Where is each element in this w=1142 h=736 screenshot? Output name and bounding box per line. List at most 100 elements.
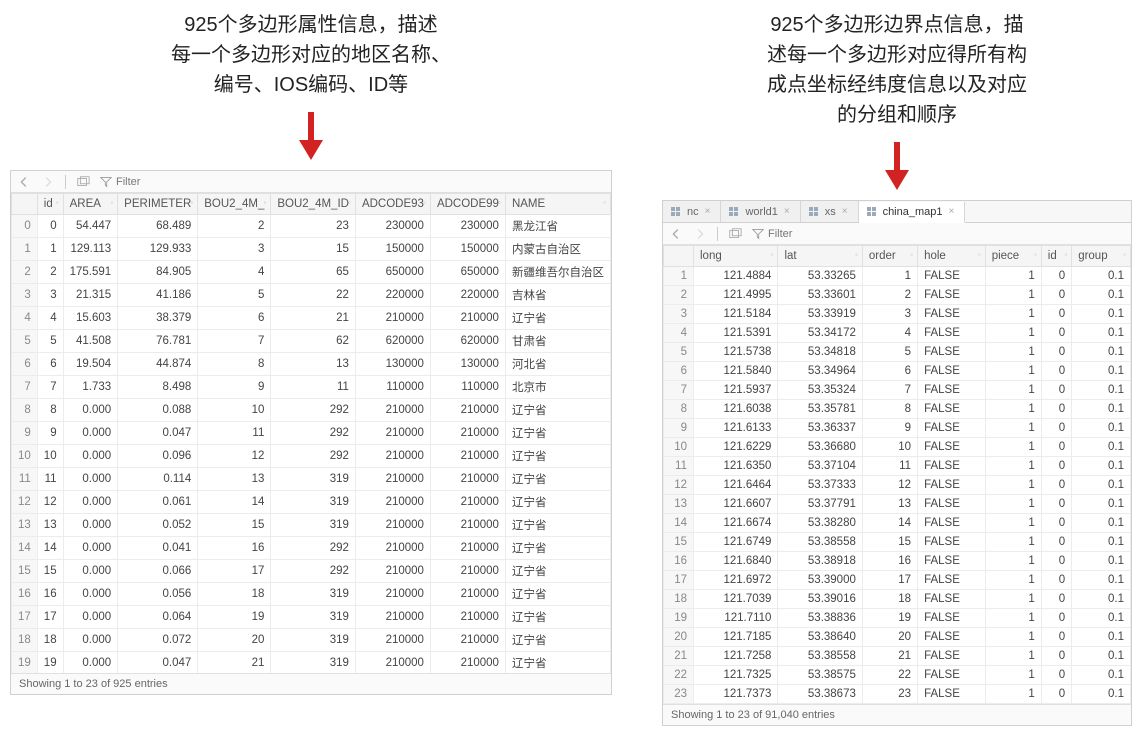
table-row[interactable]: 11129.113129.933315150000150000内蒙古自治区 [12,238,611,261]
table-row[interactable]: 19190.0000.04721319210000210000辽宁省 [12,652,611,674]
row-index: 4 [664,324,694,343]
table-row[interactable]: 8121.603853.357818FALSE100.1 [664,400,1131,419]
cell: 13 [271,353,356,376]
cell: 210000 [355,307,430,330]
table-row[interactable]: 16121.684053.3891816FALSE100.1 [664,552,1131,571]
popout-icon[interactable] [728,227,742,241]
column-header[interactable]: AREA◦ [63,194,118,215]
column-header[interactable]: long◦ [694,246,778,267]
column-header[interactable]: NAME◦ [505,194,610,215]
popout-icon[interactable] [76,175,90,189]
tab-china_map1[interactable]: china_map1× [859,202,966,223]
cell: 53.34172 [778,324,862,343]
table-row[interactable]: 22175.59184.905465650000650000新疆维吾尔自治区 [12,261,611,284]
tab-nc[interactable]: nc× [663,201,721,222]
table-row[interactable]: 13121.660753.3779113FALSE100.1 [664,495,1131,514]
table-row[interactable]: 20121.718553.3864020FALSE100.1 [664,628,1131,647]
table-row[interactable]: 11121.635053.3710411FALSE100.1 [664,457,1131,476]
table-row[interactable]: 3321.31541.186522220000220000吉林省 [12,284,611,307]
table-row[interactable]: 4121.539153.341724FALSE100.1 [664,324,1131,343]
cell: 44.874 [118,353,198,376]
cell: 8 [862,400,917,419]
column-header[interactable]: order◦ [862,246,917,267]
table-row[interactable]: 0054.44768.489223230000230000黑龙江省 [12,215,611,238]
left-table-scroll[interactable]: id◦AREA◦PERIMETER◦BOU2_4M_◦BOU2_4M_ID◦AD… [11,193,611,673]
cell: 110000 [430,376,505,399]
cell: 15 [37,560,63,583]
table-row[interactable]: 17170.0000.06419319210000210000辽宁省 [12,606,611,629]
row-index: 0 [12,215,38,238]
cell: 11 [37,468,63,491]
column-header[interactable]: id◦ [37,194,63,215]
table-row[interactable]: 21121.725853.3855821FALSE100.1 [664,647,1131,666]
cell: 0.000 [63,422,118,445]
table-row[interactable]: 11110.0000.11413319210000210000辽宁省 [12,468,611,491]
table-row[interactable]: 7121.593753.353247FALSE100.1 [664,381,1131,400]
cell: 53.38575 [778,666,862,685]
table-row[interactable]: 18121.703953.3901618FALSE100.1 [664,590,1131,609]
cell: 10 [198,399,271,422]
table-row[interactable]: 6619.50444.874813130000130000河北省 [12,353,611,376]
column-header[interactable]: group◦ [1072,246,1131,267]
row-index: 7 [12,376,38,399]
cell: 1 [985,476,1041,495]
table-row[interactable]: 6121.584053.349646FALSE100.1 [664,362,1131,381]
table-row[interactable]: 2121.499553.336012FALSE100.1 [664,286,1131,305]
table-row[interactable]: 10121.622953.3668010FALSE100.1 [664,438,1131,457]
close-icon[interactable]: × [842,206,848,217]
table-row[interactable]: 14140.0000.04116292210000210000辽宁省 [12,537,611,560]
cell: 230000 [430,215,505,238]
close-icon[interactable]: × [705,206,711,217]
cell: 175.591 [63,261,118,284]
filter-button[interactable]: Filter [752,228,792,240]
table-row[interactable]: 15121.674953.3855815FALSE100.1 [664,533,1131,552]
cell: 18 [198,583,271,606]
table-row[interactable]: 9121.613353.363379FALSE100.1 [664,419,1131,438]
column-header[interactable]: hole◦ [918,246,986,267]
table-row[interactable]: 4415.60338.379621210000210000辽宁省 [12,307,611,330]
cell: 1 [862,267,917,286]
column-header[interactable]: ADCODE99◦ [430,194,505,215]
table-row[interactable]: 17121.697253.3900017FALSE100.1 [664,571,1131,590]
table-row[interactable]: 12120.0000.06114319210000210000辽宁省 [12,491,611,514]
back-icon[interactable] [669,227,683,241]
forward-icon[interactable] [693,227,707,241]
table-row[interactable]: 14121.667453.3828014FALSE100.1 [664,514,1131,533]
cell: 0.047 [118,652,198,674]
column-header[interactable]: id◦ [1041,246,1071,267]
table-row[interactable]: 15150.0000.06617292210000210000辽宁省 [12,560,611,583]
table-row[interactable]: 880.0000.08810292210000210000辽宁省 [12,399,611,422]
column-header[interactable]: lat◦ [778,246,862,267]
cell: FALSE [918,438,986,457]
table-row[interactable]: 3121.518453.339193FALSE100.1 [664,305,1131,324]
forward-icon[interactable] [41,175,55,189]
column-header[interactable]: PERIMETER◦ [118,194,198,215]
table-row[interactable]: 5121.573853.348185FALSE100.1 [664,343,1131,362]
table-row[interactable]: 771.7338.498911110000110000北京市 [12,376,611,399]
back-icon[interactable] [17,175,31,189]
cell: 53.35324 [778,381,862,400]
right-table-scroll[interactable]: long◦lat◦order◦hole◦piece◦id◦group◦ 1121… [663,245,1131,704]
column-header[interactable]: piece◦ [985,246,1041,267]
table-row[interactable]: 22121.732553.3857522FALSE100.1 [664,666,1131,685]
table-row[interactable]: 16160.0000.05618319210000210000辽宁省 [12,583,611,606]
filter-button[interactable]: Filter [100,176,140,188]
tab-xs[interactable]: xs× [801,201,859,222]
table-row[interactable]: 1121.488453.332651FALSE100.1 [664,267,1131,286]
table-row[interactable]: 23121.737353.3867323FALSE100.1 [664,685,1131,704]
table-row[interactable]: 12121.646453.3733312FALSE100.1 [664,476,1131,495]
column-header[interactable]: BOU2_4M_◦ [198,194,271,215]
table-row[interactable]: 10100.0000.09612292210000210000辽宁省 [12,445,611,468]
table-row[interactable]: 18180.0000.07220319210000210000辽宁省 [12,629,611,652]
column-header[interactable]: ADCODE93◦ [355,194,430,215]
table-row[interactable]: 13130.0000.05215319210000210000辽宁省 [12,514,611,537]
tab-world1[interactable]: world1× [721,201,800,222]
table-row[interactable]: 990.0000.04711292210000210000辽宁省 [12,422,611,445]
close-icon[interactable]: × [949,206,955,217]
cell: 53.38640 [778,628,862,647]
column-header[interactable]: BOU2_4M_ID◦ [271,194,356,215]
cell: 0.1 [1072,628,1131,647]
close-icon[interactable]: × [784,206,790,217]
table-row[interactable]: 19121.711053.3883619FALSE100.1 [664,609,1131,628]
table-row[interactable]: 5541.50876.781762620000620000甘肃省 [12,330,611,353]
